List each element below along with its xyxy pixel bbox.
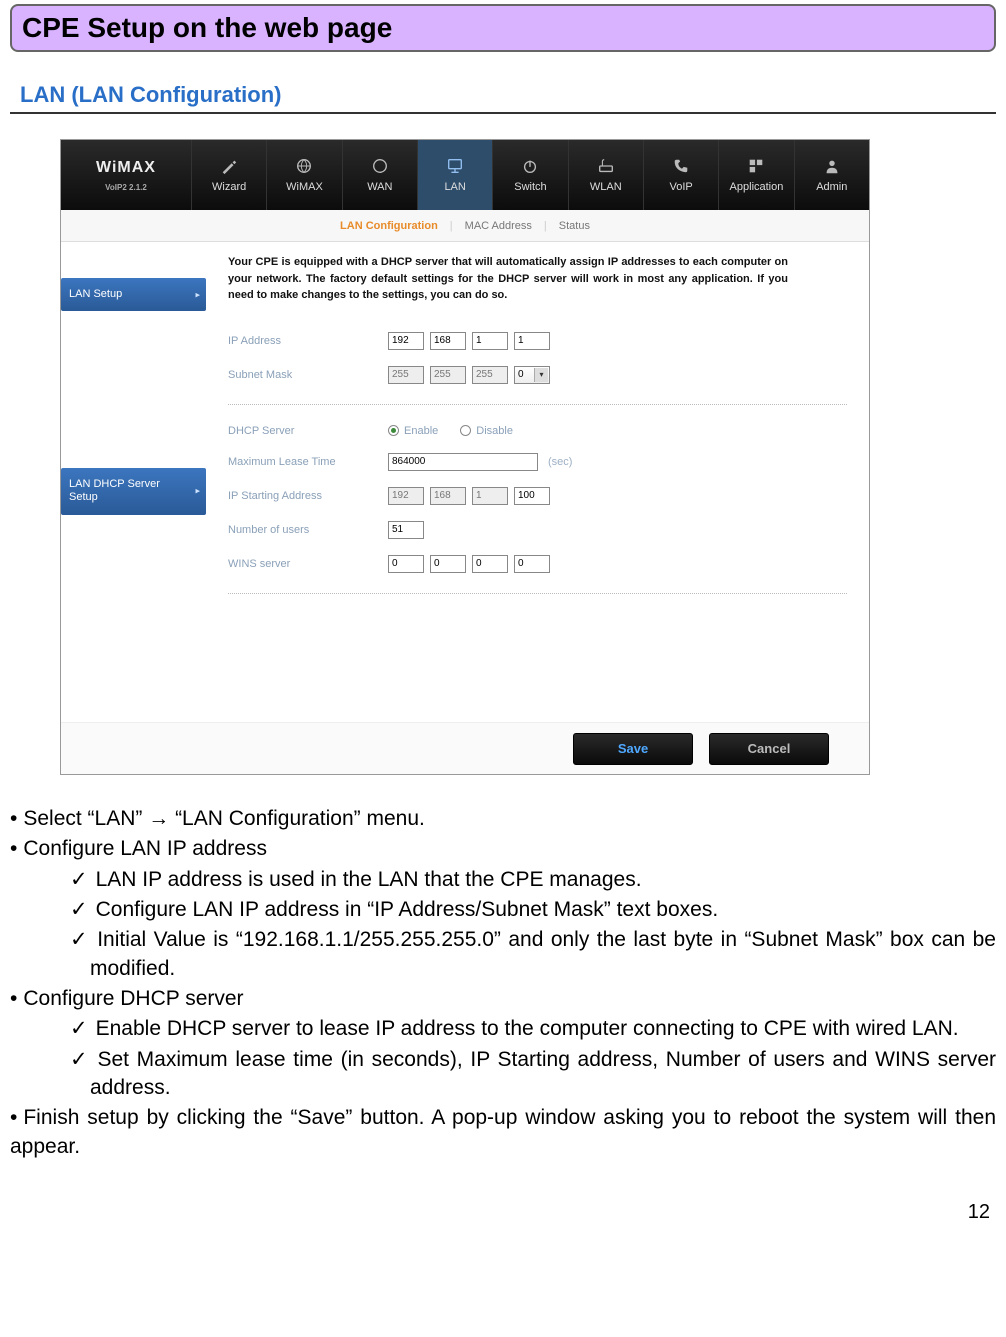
admin-icon: [823, 157, 841, 175]
page-number: 12: [10, 1201, 996, 1224]
nav-wimax[interactable]: WiMAX: [266, 140, 341, 210]
instr-line: Finish setup by clicking the “Save” butt…: [10, 1104, 996, 1161]
ip-octet-2[interactable]: 168: [430, 332, 466, 350]
wins-octet-1[interactable]: 0: [388, 555, 424, 573]
cancel-button[interactable]: Cancel: [709, 733, 829, 765]
wins-octet-3[interactable]: 0: [472, 555, 508, 573]
radio-enable[interactable]: Enable: [388, 425, 438, 437]
instr-subline: Configure LAN IP address in “IP Address/…: [10, 896, 996, 924]
ip-octet-1[interactable]: 192: [388, 332, 424, 350]
input-lease-time[interactable]: 864000: [388, 453, 538, 471]
phone-icon: [672, 157, 690, 175]
router-main: Your CPE is equipped with a DHCP server …: [206, 242, 869, 722]
instr-line: Configure LAN IP address: [10, 835, 996, 863]
instr-subline: Initial Value is “192.168.1.1/255.255.25…: [10, 926, 996, 983]
nav-admin[interactable]: Admin: [794, 140, 869, 210]
router-footer: Save Cancel: [61, 722, 869, 774]
row-ip-address: IP Address 192 168 1 1: [228, 332, 847, 350]
start-octet-4[interactable]: 100: [514, 487, 550, 505]
router-logo-text: WiMAX: [96, 159, 156, 177]
globe-icon: [295, 157, 313, 175]
instr-subline: Enable DHCP server to lease IP address t…: [10, 1015, 996, 1043]
router-screenshot: WiMAX VoIP2 2.1.2 Wizard WiMAX WAN LAN S…: [60, 139, 870, 775]
row-dhcp-server: DHCP Server Enable Disable: [228, 425, 847, 437]
row-subnet-mask: Subnet Mask 255 255 255 0▾: [228, 366, 847, 384]
label-dhcp-server: DHCP Server: [228, 425, 388, 437]
ip-octet-3[interactable]: 1: [472, 332, 508, 350]
dropdown-icon: ▾: [534, 368, 548, 382]
chevron-right-icon: ▸: [195, 486, 200, 497]
router-version: VoIP2 2.1.2: [105, 183, 147, 192]
unit-seconds: (sec): [548, 456, 572, 468]
section-subheading: LAN (LAN Configuration): [20, 82, 996, 108]
divider: [10, 112, 996, 114]
subnav-mac-address[interactable]: MAC Address: [461, 220, 536, 232]
router-topbar: WiMAX VoIP2 2.1.2 Wizard WiMAX WAN LAN S…: [61, 140, 869, 210]
power-icon: [521, 157, 539, 175]
app-icon: [747, 157, 765, 175]
nav-wan[interactable]: WAN: [342, 140, 417, 210]
wins-octet-2[interactable]: 0: [430, 555, 466, 573]
instr-line: Configure DHCP server: [10, 985, 996, 1013]
wand-icon: [220, 157, 238, 175]
dotted-divider: [228, 593, 847, 594]
label-num-users: Number of users: [228, 524, 388, 536]
router-icon: [597, 157, 615, 175]
wins-octet-4[interactable]: 0: [514, 555, 550, 573]
label-subnet-mask: Subnet Mask: [228, 369, 388, 381]
subnav-status[interactable]: Status: [555, 220, 594, 232]
label-ip-address: IP Address: [228, 335, 388, 347]
instr-subline: Set Maximum lease time (in seconds), IP …: [10, 1046, 996, 1103]
nav-application[interactable]: Application: [718, 140, 793, 210]
lan-icon: [446, 157, 464, 175]
mask-octet-2: 255: [430, 366, 466, 384]
sidebar-dhcp-setup[interactable]: LAN DHCP Server Setup ▸: [61, 468, 206, 514]
router-nav: Wizard WiMAX WAN LAN Switch WLAN VoIP Ap…: [191, 140, 869, 210]
save-button[interactable]: Save: [573, 733, 693, 765]
router-subnav: LAN Configuration | MAC Address | Status: [61, 210, 869, 242]
nav-lan[interactable]: LAN: [417, 140, 492, 210]
row-num-users: Number of users 51: [228, 521, 847, 539]
mask-octet-3: 255: [472, 366, 508, 384]
row-lease-time: Maximum Lease Time 864000 (sec): [228, 453, 847, 471]
nav-wizard[interactable]: Wizard: [191, 140, 266, 210]
dotted-divider: [228, 404, 847, 405]
nav-voip[interactable]: VoIP: [643, 140, 718, 210]
chevron-right-icon: ▸: [195, 289, 200, 300]
radio-dot-selected-icon: [388, 425, 399, 436]
label-wins: WINS server: [228, 558, 388, 570]
instr-line: Select “LAN” → “LAN Configuration” menu.: [10, 805, 996, 833]
ip-octet-4[interactable]: 1: [514, 332, 550, 350]
instructions: Select “LAN” → “LAN Configuration” menu.…: [10, 805, 996, 1161]
start-octet-1: 192: [388, 487, 424, 505]
nav-switch[interactable]: Switch: [492, 140, 567, 210]
instr-subline: LAN IP address is used in the LAN that t…: [10, 866, 996, 894]
radio-disable[interactable]: Disable: [460, 425, 513, 437]
label-lease-time: Maximum Lease Time: [228, 456, 388, 468]
globe-icon: [371, 157, 389, 175]
subnav-lan-config[interactable]: LAN Configuration: [336, 220, 442, 232]
nav-wlan[interactable]: WLAN: [568, 140, 643, 210]
sidebar-lan-setup[interactable]: LAN Setup ▸: [61, 278, 206, 311]
row-ip-start: IP Starting Address 192 168 1 100: [228, 487, 847, 505]
mask-octet-1: 255: [388, 366, 424, 384]
mask-octet-4-select[interactable]: 0▾: [514, 366, 550, 384]
router-sidebar: LAN Setup ▸ LAN DHCP Server Setup ▸: [61, 242, 206, 722]
page-title-bar: CPE Setup on the web page: [10, 4, 996, 52]
input-num-users[interactable]: 51: [388, 521, 424, 539]
label-ip-start: IP Starting Address: [228, 490, 388, 502]
start-octet-2: 168: [430, 487, 466, 505]
start-octet-3: 1: [472, 487, 508, 505]
dhcp-intro-text: Your CPE is equipped with a DHCP server …: [228, 254, 788, 304]
row-wins: WINS server 0 0 0 0: [228, 555, 847, 573]
radio-dot-icon: [460, 425, 471, 436]
router-logo: WiMAX VoIP2 2.1.2: [61, 140, 191, 210]
